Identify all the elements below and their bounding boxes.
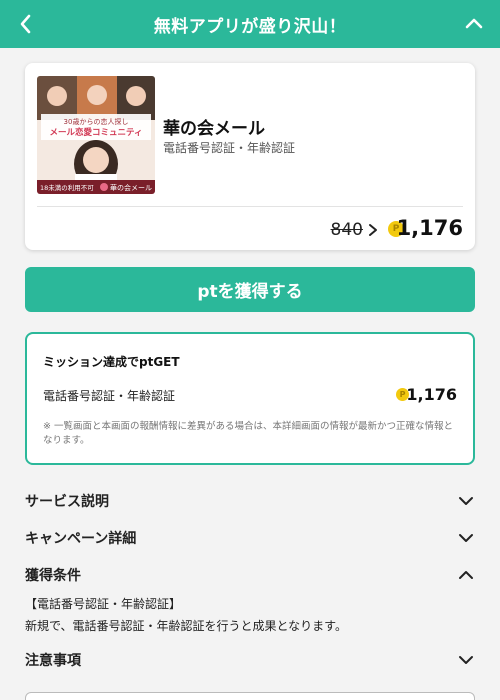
thumb-brand: 華の会メール [110, 183, 152, 192]
arrow-right-icon [369, 224, 377, 236]
thumb-age-note: 18未満の利用不可 [40, 183, 94, 192]
new-points: 1,176 [396, 216, 463, 240]
section-label: 獲得条件 [25, 568, 81, 584]
thumb-headline: メール恋愛コミュニティ [50, 127, 143, 138]
mission-title: ミッション達成でptGET [43, 355, 180, 369]
mission-note: ※ 一覧画面と本画面の報酬情報に差異がある場合は、本詳細画面の情報が最新かつ正確… [43, 421, 453, 446]
get-points-button[interactable]: ptを獲得する [25, 267, 475, 312]
mission-points: 1,176 [406, 385, 457, 404]
section-service-description[interactable]: サービス説明 [25, 489, 475, 513]
section-label: 注意事項 [25, 653, 81, 669]
offer-card[interactable]: 30歳からの恋人探し メール恋愛コミュニティ 18未満の利用不可 華の会メール … [25, 63, 475, 250]
divider [37, 206, 463, 207]
mission-box: ミッション達成でptGET 電話番号認証・年齢認証 P 1,176 ※ 一覧画面… [25, 332, 475, 465]
section-acquisition-conditions[interactable]: 獲得条件 [25, 563, 475, 587]
page-title: 無料アプリが盛り沢山！ [153, 16, 347, 37]
app-name: 華の会メール [163, 119, 265, 139]
chevron-up-icon[interactable] [457, 566, 475, 584]
conditions-text: 新規で、電話番号認証・年齢認証を行うと成果となります。 [25, 619, 347, 633]
chevron-left-icon[interactable] [14, 12, 38, 36]
app-thumbnail: 30歳からの恋人探し メール恋愛コミュニティ 18未満の利用不可 華の会メール [37, 76, 155, 194]
chevron-up-icon[interactable] [462, 12, 486, 36]
chevron-down-icon[interactable] [457, 529, 475, 547]
top-bar: 無料アプリが盛り沢山！ [0, 0, 500, 48]
section-notes[interactable]: 注意事項 [25, 648, 475, 672]
chevron-down-icon[interactable] [457, 492, 475, 510]
section-label: キャンペーン詳細 [25, 531, 137, 547]
old-points: 840 [330, 220, 363, 240]
section-label: サービス説明 [25, 494, 109, 510]
mission-task: 電話番号認証・年齢認証 [43, 389, 176, 403]
thumb-caption: 30歳からの恋人探し [64, 117, 129, 126]
section-campaign-details[interactable]: キャンペーン詳細 [25, 526, 475, 550]
bottom-panel [25, 692, 475, 700]
conditions-heading: 【電話番号認証・年齢認証】 [25, 597, 182, 611]
app-subtitle: 電話番号認証・年齢認証 [163, 141, 296, 155]
chevron-down-icon[interactable] [457, 651, 475, 669]
